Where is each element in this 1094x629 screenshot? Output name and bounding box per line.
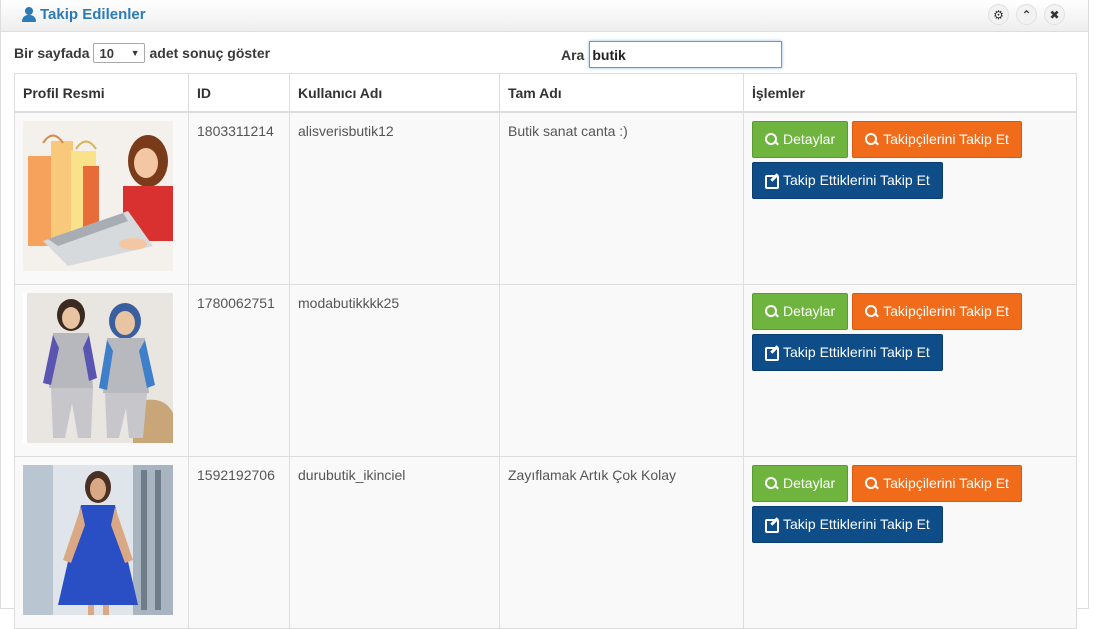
details-button[interactable]: Detaylar (752, 120, 849, 158)
table-controls: Bir sayfada 10 ▼ adet sonuç göster Ara (14, 41, 1076, 71)
close-icon[interactable]: ✖ (1044, 4, 1065, 25)
follow-followers-button[interactable]: Takipçilerini Takip Et (852, 464, 1022, 502)
chevron-down-icon: ▼ (130, 48, 140, 58)
page-length-control: Bir sayfada 10 ▼ adet sonuç göster (14, 43, 270, 63)
page-length-value: 10 (99, 45, 114, 61)
edit-icon (765, 174, 779, 189)
id-cell: 1592192706 (188, 455, 290, 629)
actions-cell: Detaylar Takipçilerini Takip Et Takip Et… (743, 455, 1077, 629)
edit-icon (765, 346, 779, 361)
search-label: Ara (561, 46, 585, 63)
details-button-label: Detaylar (783, 131, 836, 147)
actions-cell: Detaylar Takipçilerini Takip Et Takip Et… (743, 283, 1077, 457)
details-button-label: Detaylar (783, 303, 836, 319)
follow-following-button[interactable]: Takip Ettiklerini Takip Et (752, 505, 943, 543)
widget-title: Takip Edilenler (22, 6, 146, 23)
zoom-icon (765, 476, 778, 490)
follow-following-button-label: Takip Ettiklerini Takip Et (783, 344, 930, 360)
follow-followers-button[interactable]: Takipçilerini Takip Et (852, 120, 1022, 158)
follow-followers-button-label: Takipçilerini Takip Et (883, 475, 1009, 491)
profile-picture-cell (14, 111, 189, 285)
follow-following-button-label: Takip Ettiklerini Takip Et (783, 172, 930, 188)
followed-users-table: Profil Resmi ID Kullanıcı Adı Tam Adı İş… (14, 73, 1077, 629)
id-cell: 1780062751 (188, 283, 290, 457)
column-header-actions: İşlemler (743, 73, 1077, 113)
profile-picture (23, 292, 173, 443)
table-row: 1803311214 alisverisbutik12 Butik sanat … (14, 111, 1077, 285)
column-header-full-name[interactable]: Tam Adı (499, 73, 744, 113)
zoom-icon (765, 304, 778, 318)
search-input[interactable] (589, 41, 783, 68)
username-cell: modabutikkkk25 (289, 283, 500, 457)
column-header-id[interactable]: ID (188, 73, 290, 113)
actions-cell: Detaylar Takipçilerini Takip Et Takip Et… (743, 111, 1077, 285)
page-length-select[interactable]: 10 ▼ (93, 43, 146, 63)
profile-picture (23, 120, 173, 271)
table-row: 1780062751 modabutikkkk25 Detaylar Takip… (14, 283, 1077, 457)
profile-picture (23, 464, 173, 615)
follow-following-button[interactable]: Takip Ettiklerini Takip Et (752, 161, 943, 199)
id-cell: 1803311214 (188, 111, 290, 285)
widget-title-text: Takip Edilenler (40, 6, 146, 23)
follow-followers-button-label: Takipçilerini Takip Et (883, 303, 1009, 319)
follow-following-button[interactable]: Takip Ettiklerini Takip Et (752, 333, 943, 371)
page-length-suffix: adet sonuç göster (149, 45, 271, 61)
full-name-cell (499, 283, 744, 457)
follow-followers-button-label: Takipçilerini Takip Et (883, 131, 1009, 147)
settings-icon[interactable]: ⚙ (988, 4, 1009, 25)
collapse-icon[interactable]: ⌃ (1016, 4, 1037, 25)
profile-picture-cell (14, 283, 189, 457)
follow-following-button-label: Takip Ettiklerini Takip Et (783, 516, 930, 532)
user-icon (22, 7, 36, 22)
column-header-profile-picture[interactable]: Profil Resmi (14, 73, 189, 113)
full-name-cell: Butik sanat canta :) (499, 111, 744, 285)
full-name-cell: Zayıflamak Artık Çok Kolay (499, 455, 744, 629)
followed-users-widget: Takip Edilenler ⚙ ⌃ ✖ Bir sayfada 10 ▼ a… (0, 0, 1089, 629)
profile-picture-cell (14, 455, 189, 629)
details-button-label: Detaylar (783, 475, 836, 491)
zoom-icon (765, 132, 778, 146)
search-control: Ara (561, 41, 783, 68)
username-cell: durubutik_ikinciel (289, 455, 500, 629)
zoom-icon (865, 476, 878, 490)
details-button[interactable]: Detaylar (752, 292, 849, 330)
page-length-prefix: Bir sayfada (14, 45, 90, 61)
widget-tools: ⚙ ⌃ ✖ (988, 4, 1065, 25)
table-row: 1592192706 durubutik_ikinciel Zayıflamak… (14, 455, 1077, 629)
username-cell: alisverisbutik12 (289, 111, 500, 285)
table-header-row: Profil Resmi ID Kullanıcı Adı Tam Adı İş… (14, 73, 1077, 113)
zoom-icon (865, 304, 878, 318)
widget-header: Takip Edilenler ⚙ ⌃ ✖ (1, 0, 1088, 32)
follow-followers-button[interactable]: Takipçilerini Takip Et (852, 292, 1022, 330)
edit-icon (765, 518, 779, 533)
details-button[interactable]: Detaylar (752, 464, 849, 502)
column-header-username[interactable]: Kullanıcı Adı (289, 73, 500, 113)
zoom-icon (865, 132, 878, 146)
